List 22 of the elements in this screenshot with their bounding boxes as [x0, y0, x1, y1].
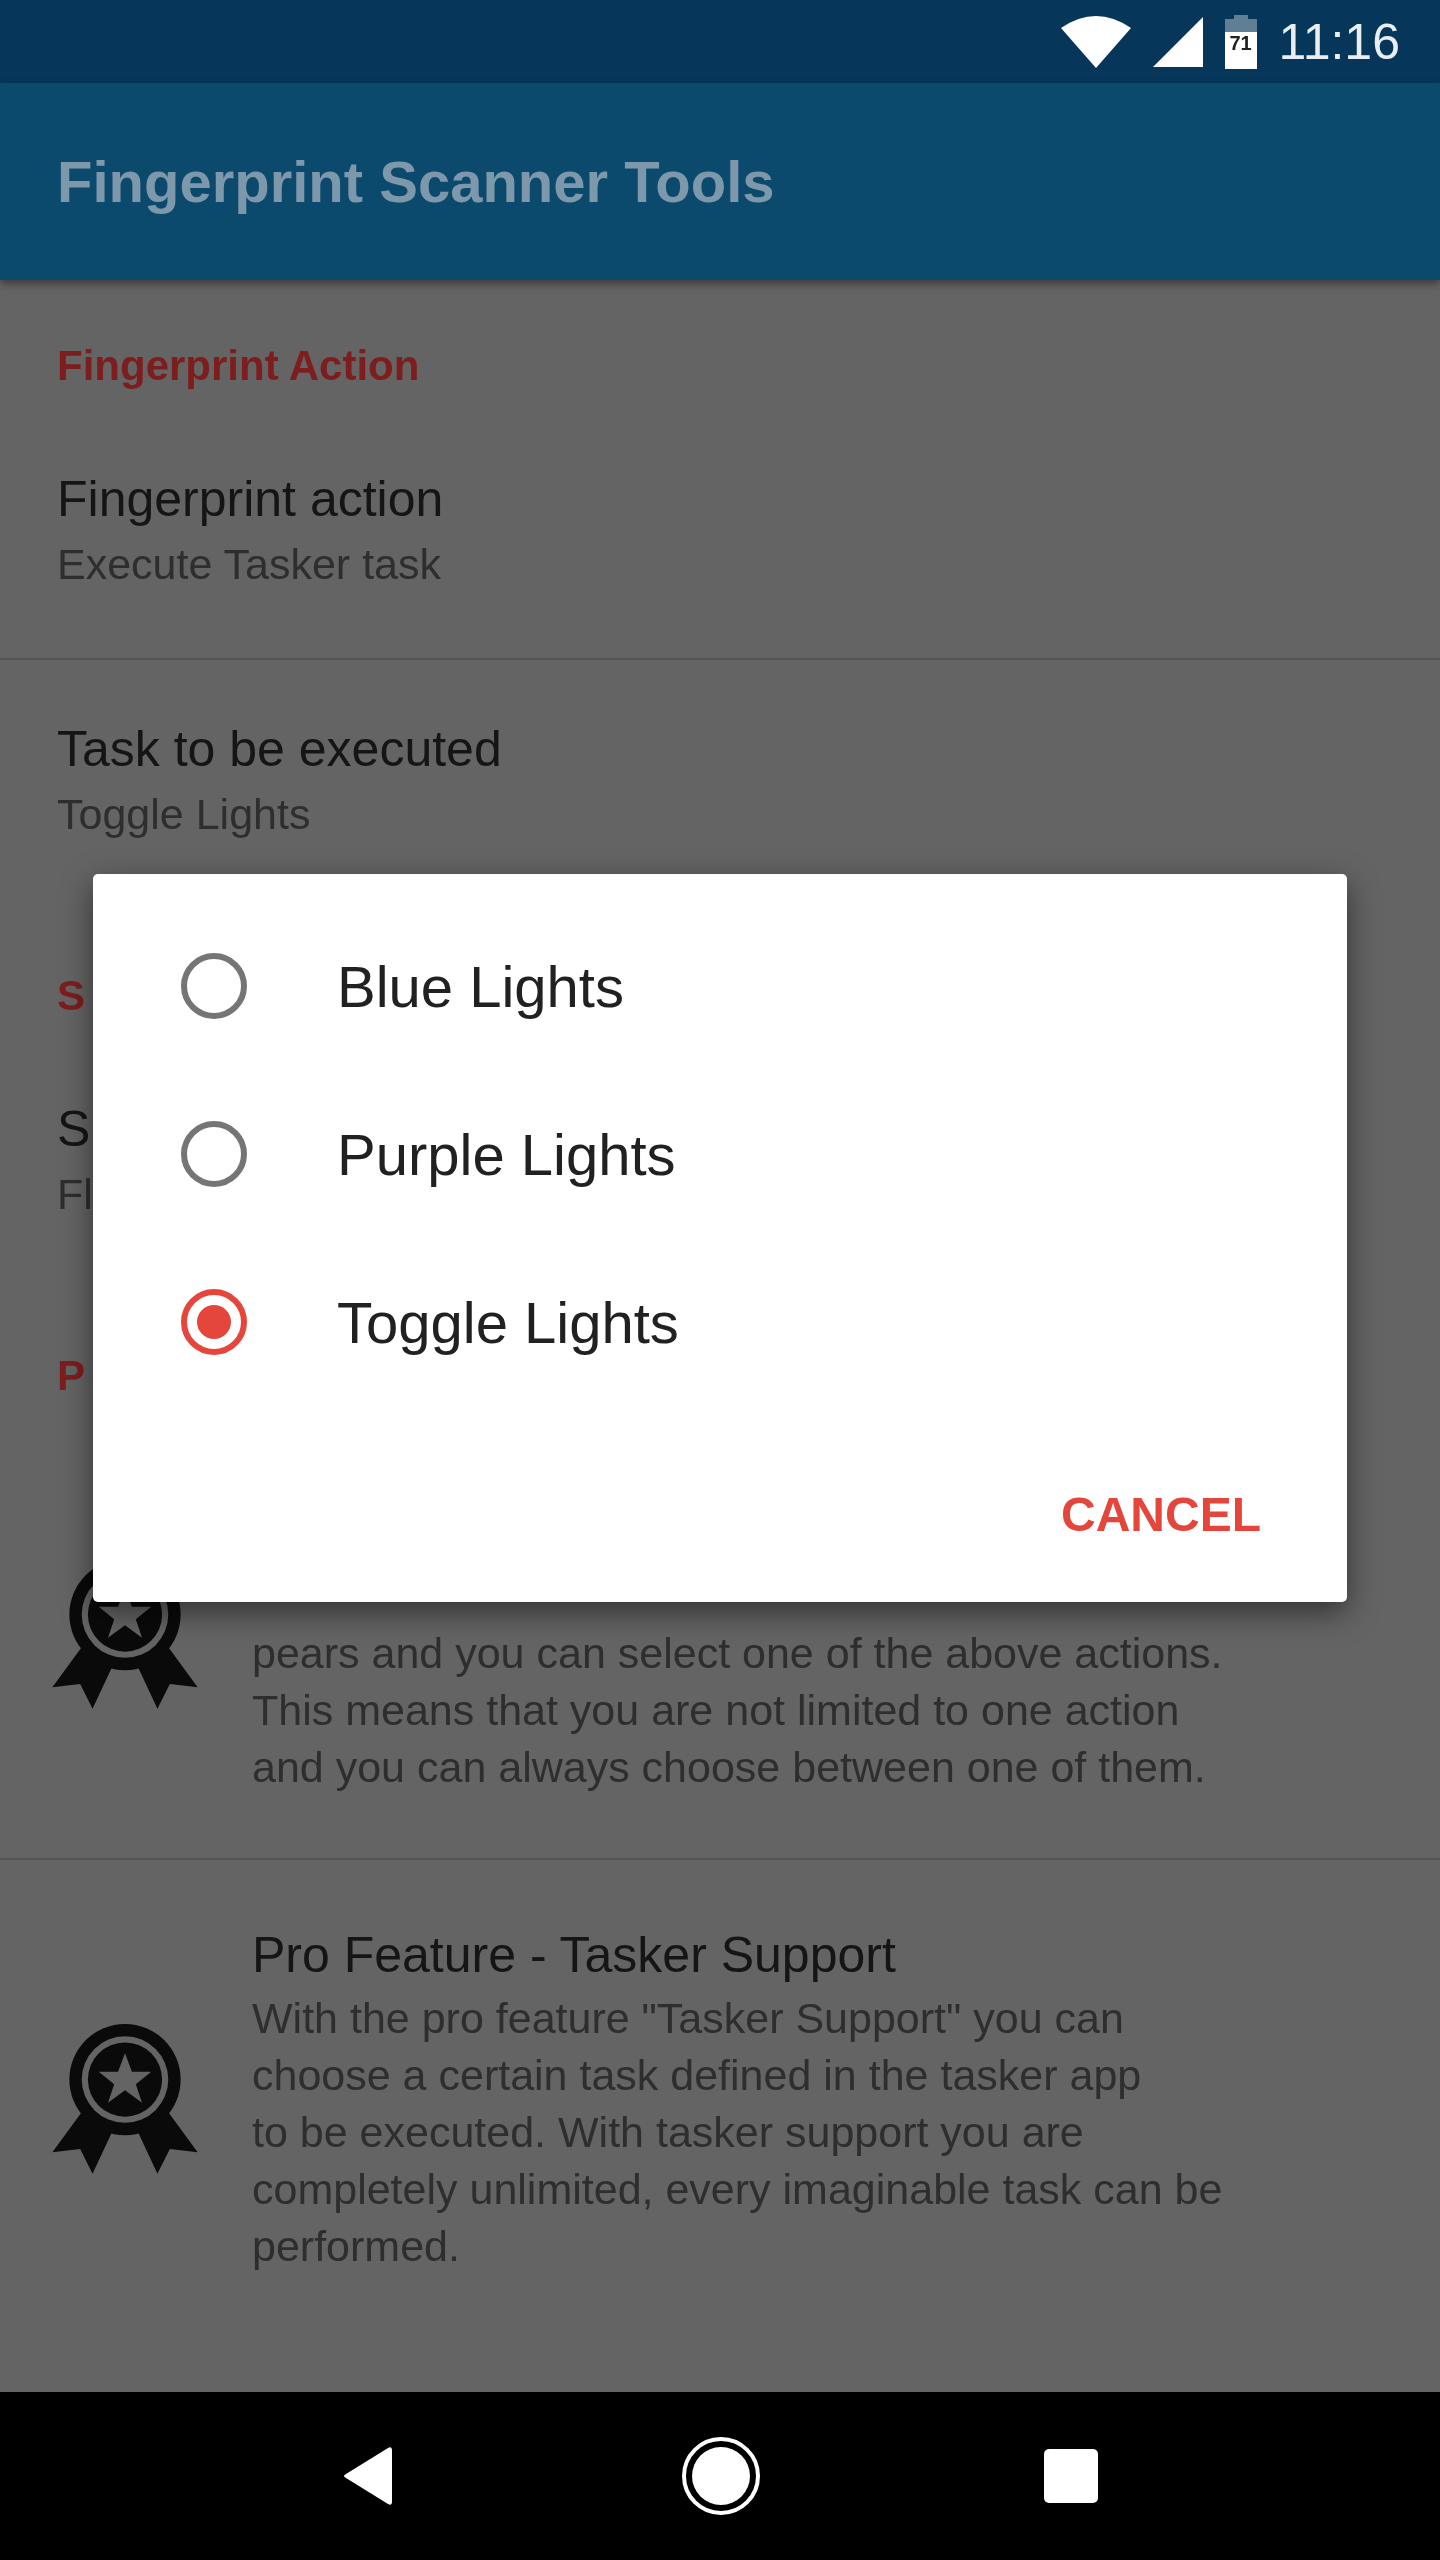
setting-title: Task to be executed: [57, 720, 502, 778]
clock: 11:16: [1278, 12, 1400, 71]
cancel-button[interactable]: CANCEL: [1045, 1475, 1277, 1554]
setting-title: S: [57, 1100, 91, 1158]
radio-option[interactable]: Purple Lights: [93, 1070, 1347, 1238]
section-header: P: [57, 1352, 85, 1400]
radio-button[interactable]: [181, 1289, 247, 1355]
signal-icon: [1152, 16, 1203, 67]
app-title: Fingerprint Scanner Tools: [57, 148, 775, 215]
recents-icon[interactable]: [1044, 2449, 1099, 2503]
setting-title: Fingerprint action: [57, 470, 444, 528]
radio-option[interactable]: Toggle Lights: [93, 1238, 1347, 1406]
radio-button[interactable]: [181, 953, 247, 1019]
radio-option[interactable]: Blue Lights: [93, 902, 1347, 1070]
radio-button[interactable]: [181, 1121, 247, 1187]
section-header: S: [57, 972, 85, 1020]
home-icon[interactable]: [681, 2436, 761, 2516]
battery-level: 71: [1229, 31, 1252, 56]
feature-title: Pro Feature - Tasker Support: [252, 1926, 897, 1984]
section-header: Fingerprint Action: [57, 342, 420, 390]
wifi-icon: [1060, 15, 1131, 68]
battery-icon: [1224, 14, 1257, 69]
